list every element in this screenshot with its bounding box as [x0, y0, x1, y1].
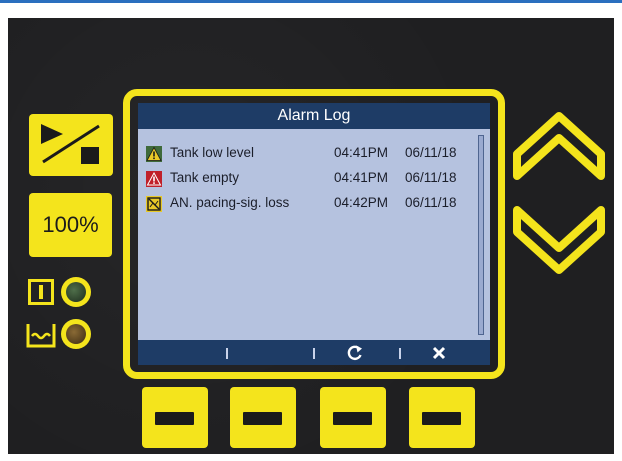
alarm-text: Tank low level	[170, 145, 255, 160]
speed-100-label: 100%	[42, 212, 99, 237]
alarm-time: 04:42PM	[334, 195, 389, 210]
refresh-icon[interactable]	[346, 344, 364, 362]
softkey-2-button[interactable]	[230, 387, 296, 448]
chevron-up-icon	[513, 112, 605, 180]
alarm-text: AN. pacing-sig. loss	[170, 195, 290, 210]
up-button[interactable]	[513, 110, 605, 190]
warning-icon	[146, 146, 162, 162]
signal-loss-icon	[146, 196, 162, 212]
tank-led	[61, 319, 91, 349]
start-stop-icon	[41, 124, 100, 164]
list-scrollbar[interactable]	[478, 135, 484, 335]
top-rule	[0, 0, 622, 3]
softkey-divider	[313, 348, 315, 359]
screen-title: Alarm Log	[138, 103, 490, 129]
softkey-divider	[226, 348, 228, 359]
display-screen: Alarm Log Tank low level 04:41PM 06/11/1…	[138, 103, 490, 365]
dash-icon	[422, 412, 461, 425]
alarm-date: 06/11/18	[405, 145, 457, 160]
softkey-1-button[interactable]	[142, 387, 208, 448]
alarm-time: 04:41PM	[334, 145, 389, 160]
softkey-divider	[399, 348, 401, 359]
dash-icon	[333, 412, 372, 425]
alarm-time: 04:41PM	[334, 170, 389, 185]
alarm-date: 06/11/18	[405, 195, 457, 210]
start-stop-button[interactable]	[29, 114, 113, 176]
close-icon[interactable]	[431, 345, 447, 361]
tank-level-icon	[26, 324, 56, 348]
speed-100-button[interactable]: 100%	[29, 193, 112, 257]
dash-icon	[243, 412, 282, 425]
run-indicator-icon	[28, 279, 54, 305]
alarm-list: Tank low level 04:41PM 06/11/18 Tank emp…	[138, 129, 490, 340]
alarm-icon	[146, 171, 162, 187]
softkey-3-button[interactable]	[320, 387, 386, 448]
run-led	[61, 277, 91, 307]
dash-icon	[155, 412, 194, 425]
down-button[interactable]	[513, 196, 605, 276]
softkey-bar	[138, 340, 490, 365]
softkey-4-button[interactable]	[409, 387, 475, 448]
alarm-date: 06/11/18	[405, 170, 457, 185]
chevron-down-icon	[513, 206, 605, 274]
alarm-text: Tank empty	[170, 170, 240, 185]
